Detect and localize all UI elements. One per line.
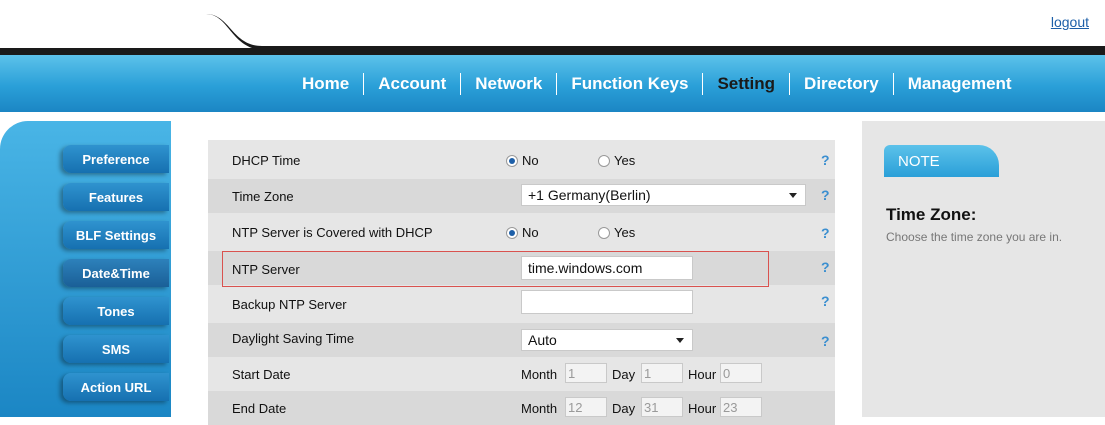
nav-account[interactable]: Account: [364, 74, 460, 94]
radio-unselected-icon: [598, 154, 610, 167]
radio-label: Yes: [614, 153, 636, 168]
nav-directory[interactable]: Directory: [790, 74, 893, 94]
sidebar-item-preference[interactable]: Preference: [63, 145, 169, 173]
nav-management[interactable]: Management: [894, 74, 1026, 94]
nav-function-keys[interactable]: Function Keys: [557, 74, 702, 94]
note-title: Time Zone:: [886, 205, 977, 224]
hour-label: Hour: [688, 367, 717, 382]
start-day-input[interactable]: 1: [641, 363, 683, 383]
sidebar: Preference Features BLF Settings Date&Ti…: [0, 121, 190, 417]
ntp-dhcp-label: NTP Server is Covered with DHCP: [232, 225, 433, 240]
dropdown-arrow-icon: [676, 338, 684, 343]
help-icon[interactable]: ?: [821, 225, 830, 241]
logout-link[interactable]: logout: [1051, 14, 1089, 30]
ntp-server-input[interactable]: time.windows.com: [521, 256, 693, 280]
backup-ntp-input[interactable]: [521, 290, 693, 314]
note-description: Choose the time zone you are in.: [886, 230, 1063, 244]
top-bar: logout: [0, 0, 1105, 55]
dst-value: Auto: [528, 332, 557, 348]
start-date-label: Start Date: [232, 367, 291, 382]
row-start-date: Start Date Month 1 Day 1 Hour 0: [208, 357, 835, 391]
day-label: Day: [612, 367, 636, 382]
row-dst: Daylight Saving Time Auto ?: [208, 323, 835, 357]
note-tab: NOTE: [884, 145, 999, 177]
help-icon[interactable]: ?: [821, 293, 830, 309]
time-zone-label: Time Zone: [232, 189, 294, 204]
end-hour-value: 23: [723, 399, 738, 415]
dhcp-time-yes-radio[interactable]: Yes: [598, 153, 635, 168]
sidebar-item-date-time[interactable]: Date&Time: [63, 259, 169, 287]
end-date-label: End Date: [232, 401, 287, 416]
help-icon[interactable]: ?: [821, 259, 830, 275]
end-month-input[interactable]: 12: [565, 397, 607, 417]
sidebar-edge: [171, 121, 190, 417]
radio-unselected-icon: [598, 226, 610, 239]
row-time-zone: Time Zone +1 Germany(Berlin) ?: [208, 179, 835, 213]
sidebar-item-action-url[interactable]: Action URL: [63, 373, 169, 401]
row-dhcp-time: DHCP Time No Yes ?: [208, 143, 835, 177]
month-label: Month: [521, 401, 558, 416]
settings-form: DHCP Time No Yes ? Time Zone +1 Germany(…: [208, 140, 835, 425]
nav-home[interactable]: Home: [288, 74, 363, 94]
help-icon[interactable]: ?: [821, 152, 830, 168]
radio-label: Yes: [614, 225, 636, 240]
sidebar-item-features[interactable]: Features: [63, 183, 169, 211]
end-month-value: 12: [568, 399, 583, 415]
end-day-value: 31: [644, 399, 659, 415]
ntp-server-label: NTP Server: [232, 262, 300, 277]
nav-network[interactable]: Network: [461, 74, 556, 94]
start-month-value: 1: [568, 365, 576, 381]
month-label: Month: [521, 367, 558, 382]
end-hour-input[interactable]: 23: [720, 397, 762, 417]
ntp-dhcp-yes-radio[interactable]: Yes: [598, 225, 635, 240]
row-ntp-server: NTP Server time.windows.com ?: [208, 251, 835, 285]
help-icon[interactable]: ?: [821, 187, 830, 203]
ntp-dhcp-no-radio[interactable]: No: [506, 225, 539, 240]
dst-select[interactable]: Auto: [521, 329, 693, 351]
radio-label: No: [522, 153, 539, 168]
end-day-input[interactable]: 31: [641, 397, 683, 417]
main-nav: Home Account Network Function Keys Setti…: [0, 55, 1105, 112]
backup-ntp-label: Backup NTP Server: [232, 297, 347, 312]
note-panel: NOTE Time Zone: Choose the time zone you…: [862, 121, 1105, 417]
dhcp-time-label: DHCP Time: [232, 153, 301, 168]
sidebar-item-sms[interactable]: SMS: [63, 335, 169, 363]
radio-selected-icon: [506, 226, 518, 239]
day-label: Day: [612, 401, 636, 416]
row-ntp-dhcp: NTP Server is Covered with DHCP No Yes ?: [208, 215, 835, 249]
time-zone-select[interactable]: +1 Germany(Berlin): [521, 184, 806, 206]
start-hour-value: 0: [723, 365, 731, 381]
sidebar-item-tones[interactable]: Tones: [63, 297, 169, 325]
ntp-server-value: time.windows.com: [528, 260, 643, 276]
dropdown-arrow-icon: [789, 193, 797, 198]
radio-selected-icon: [506, 154, 518, 167]
row-backup-ntp: Backup NTP Server ?: [208, 287, 835, 321]
dst-label: Daylight Saving Time: [232, 331, 355, 346]
dhcp-time-no-radio[interactable]: No: [506, 153, 539, 168]
sidebar-item-blf-settings[interactable]: BLF Settings: [63, 221, 169, 249]
header-swoosh: [0, 14, 1105, 55]
time-zone-value: +1 Germany(Berlin): [528, 187, 651, 203]
start-month-input[interactable]: 1: [565, 363, 607, 383]
row-end-date: End Date Month 12 Day 31 Hour 23: [208, 391, 835, 425]
help-icon[interactable]: ?: [821, 333, 830, 349]
nav-setting[interactable]: Setting: [703, 74, 789, 94]
hour-label: Hour: [688, 401, 717, 416]
start-hour-input[interactable]: 0: [720, 363, 762, 383]
start-day-value: 1: [644, 365, 652, 381]
radio-label: No: [522, 225, 539, 240]
